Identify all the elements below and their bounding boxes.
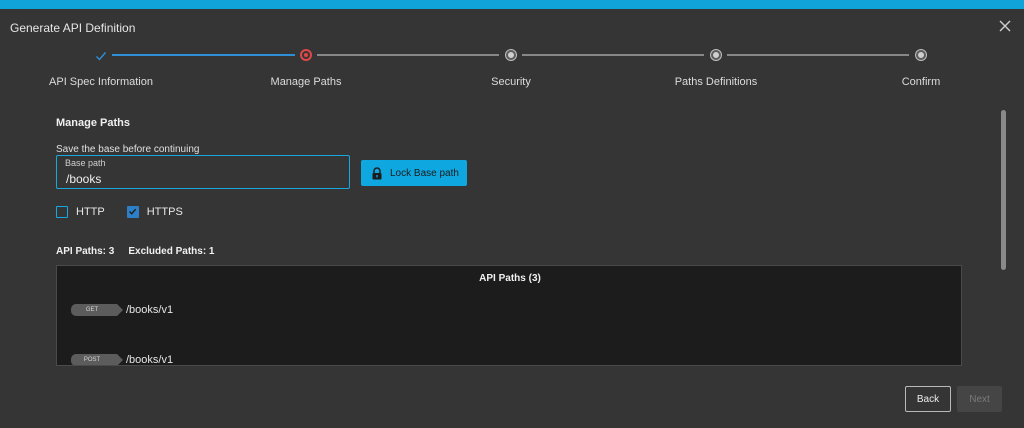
pending-dot-icon [505, 49, 517, 61]
api-paths-panel: API Paths (3) GET /books/v1 POST /books/… [56, 265, 962, 366]
back-button[interactable]: Back [905, 386, 951, 412]
dialog-title: Generate API Definition [10, 21, 136, 35]
api-paths-panel-title: API Paths (3) [479, 273, 541, 284]
step-label: API Spec Information [49, 76, 153, 88]
path-text: /books/v1 [126, 304, 174, 316]
base-path-field[interactable]: Base path [56, 155, 350, 189]
generate-api-dialog: Generate API Definition API Spec Informa… [0, 9, 1024, 428]
scheme-checkboxes: HTTP HTTPS [56, 206, 205, 218]
wizard-stepper: API Spec Information Manage Paths Securi… [0, 47, 1024, 97]
vertical-scrollbar[interactable] [1001, 110, 1006, 270]
http-checkbox[interactable]: HTTP [56, 206, 105, 218]
base-path-label: Base path [65, 158, 106, 168]
lock-icon [371, 166, 383, 180]
step-connector [727, 54, 909, 56]
https-checkbox[interactable]: HTTPS [126, 206, 183, 218]
step-label: Manage Paths [270, 76, 342, 88]
step-label: Security [491, 76, 531, 88]
check-icon [95, 49, 107, 61]
step-label: Confirm [901, 76, 941, 88]
pending-dot-icon [710, 49, 722, 61]
step-connector [317, 54, 499, 56]
path-row[interactable]: POST /books/v1 [71, 354, 174, 366]
lock-base-path-button[interactable]: Lock Base path [361, 160, 467, 186]
checkbox-unchecked-icon[interactable] [56, 206, 68, 218]
http-label: HTTP [76, 206, 105, 218]
section-title: Manage Paths [56, 117, 130, 129]
top-accent-bar [0, 0, 1024, 9]
method-badge-get: GET [71, 304, 123, 316]
https-label: HTTPS [146, 206, 183, 218]
pending-dot-icon [915, 49, 927, 61]
error-dot-icon [300, 49, 312, 61]
step-connector [112, 54, 295, 56]
path-counts: API Paths: 3 Excluded Paths: 1 [56, 246, 229, 257]
method-badge-post: POST [71, 354, 123, 365]
lock-button-label: Lock Base path [390, 167, 459, 179]
step-connector [522, 54, 704, 56]
step-label: Paths Definitions [674, 76, 758, 88]
path-text: /books/v1 [126, 354, 174, 366]
path-row[interactable]: GET /books/v1 [71, 304, 173, 316]
close-icon[interactable] [998, 19, 1012, 33]
checkbox-checked-icon[interactable] [126, 206, 139, 218]
api-paths-count: API Paths: 3 [56, 246, 115, 257]
excluded-paths-count: Excluded Paths: 1 [128, 246, 215, 257]
base-path-input[interactable] [66, 171, 336, 187]
next-button-disabled[interactable]: Next [957, 386, 1002, 412]
helper-text: Save the base before continuing [56, 144, 200, 155]
